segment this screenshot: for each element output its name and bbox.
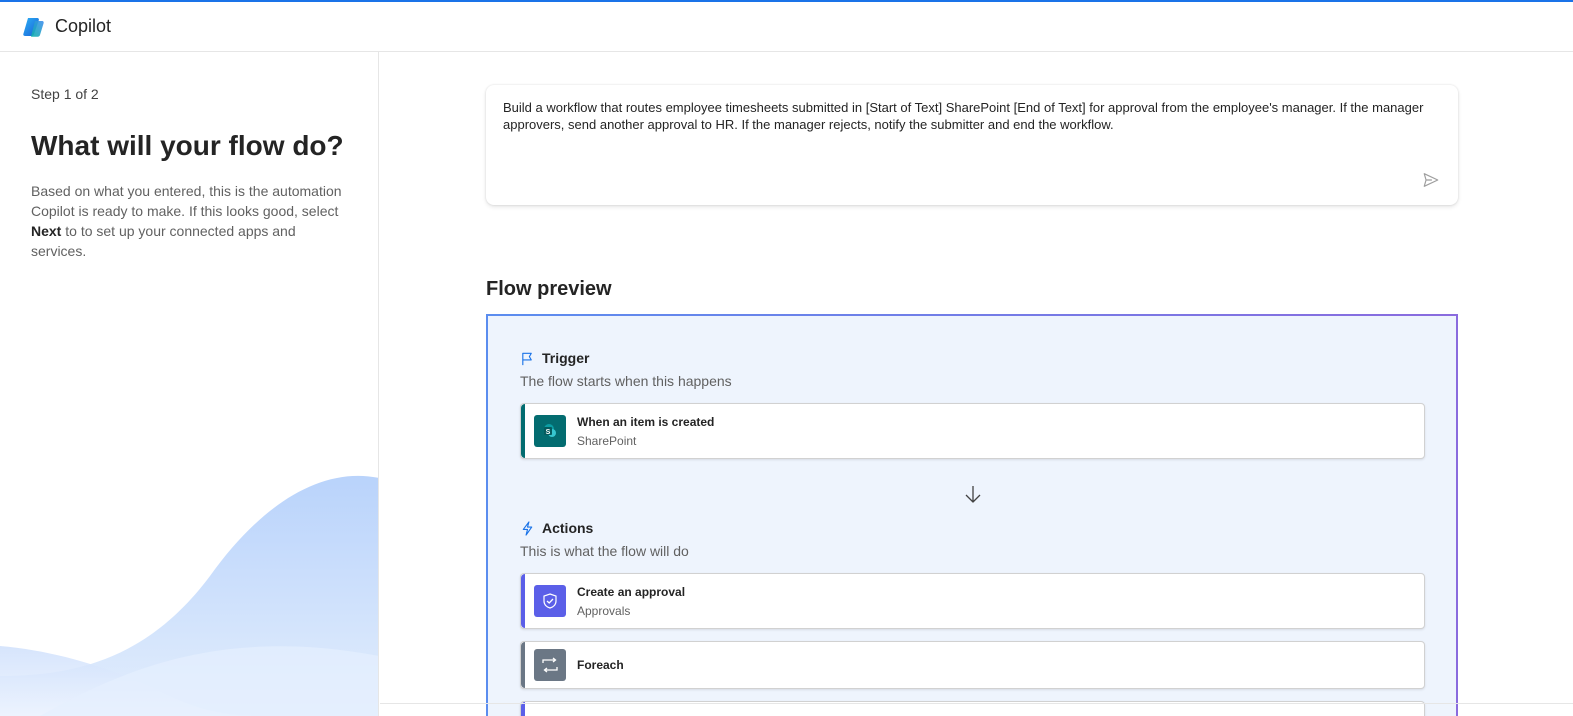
action-card-foreach[interactable]: Foreach	[520, 641, 1425, 689]
loop-icon	[534, 649, 566, 681]
svg-text:S: S	[546, 429, 551, 436]
description-text-start: Based on what you entered, this is the a…	[31, 183, 342, 219]
description-text-end: to to set up your connected apps and ser…	[31, 223, 296, 259]
page-description: Based on what you entered, this is the a…	[31, 181, 351, 261]
flow-preview-panel: Trigger The flow starts when this happen…	[486, 314, 1458, 716]
send-icon[interactable]	[1422, 171, 1440, 189]
sharepoint-icon: S	[534, 415, 566, 447]
app-title: Copilot	[55, 16, 112, 36]
action-card-name: Create an approval	[577, 584, 686, 599]
sidebar: Step 1 of 2 What will your flow do? Base…	[0, 52, 379, 716]
trigger-title: Trigger	[542, 350, 590, 366]
flag-icon	[522, 352, 532, 365]
prompt-text[interactable]: Build a workflow that routes employee ti…	[503, 99, 1443, 133]
trigger-card-connector: SharePoint	[577, 433, 637, 448]
description-next-emphasis: Next	[31, 223, 62, 239]
trigger-header: Trigger	[520, 350, 589, 366]
card-accent-bar	[521, 404, 525, 458]
action-card-create-approval[interactable]: Create an approval Approvals	[520, 573, 1425, 629]
actions-header: Actions	[520, 520, 593, 536]
arrow-down-icon	[965, 486, 981, 503]
approval-icon	[534, 585, 566, 617]
main-content: Build a workflow that routes employee ti…	[380, 52, 1573, 716]
flow-preview-title: Flow preview	[486, 278, 612, 300]
copilot-logo-icon	[23, 17, 44, 37]
card-accent-bar	[521, 574, 525, 628]
trigger-subtitle: The flow starts when this happens	[520, 373, 732, 389]
page-title: What will your flow do?	[31, 130, 344, 161]
action-card-name: Foreach	[577, 658, 624, 672]
decorative-waves	[0, 475, 378, 716]
prompt-input-box[interactable]: Build a workflow that routes employee ti…	[486, 85, 1458, 205]
step-indicator: Step 1 of 2	[31, 86, 99, 102]
actions-title: Actions	[542, 520, 594, 536]
card-accent-bar	[521, 642, 525, 688]
footer-divider	[380, 703, 1573, 704]
lightning-icon	[522, 520, 533, 536]
app-header: Copilot	[0, 2, 1573, 52]
actions-subtitle: This is what the flow will do	[520, 543, 689, 559]
trigger-card[interactable]: S When an item is created SharePoint	[520, 403, 1425, 459]
action-card-connector: Approvals	[577, 603, 631, 618]
trigger-card-name: When an item is created	[577, 414, 715, 429]
card-accent-bar	[521, 702, 525, 716]
